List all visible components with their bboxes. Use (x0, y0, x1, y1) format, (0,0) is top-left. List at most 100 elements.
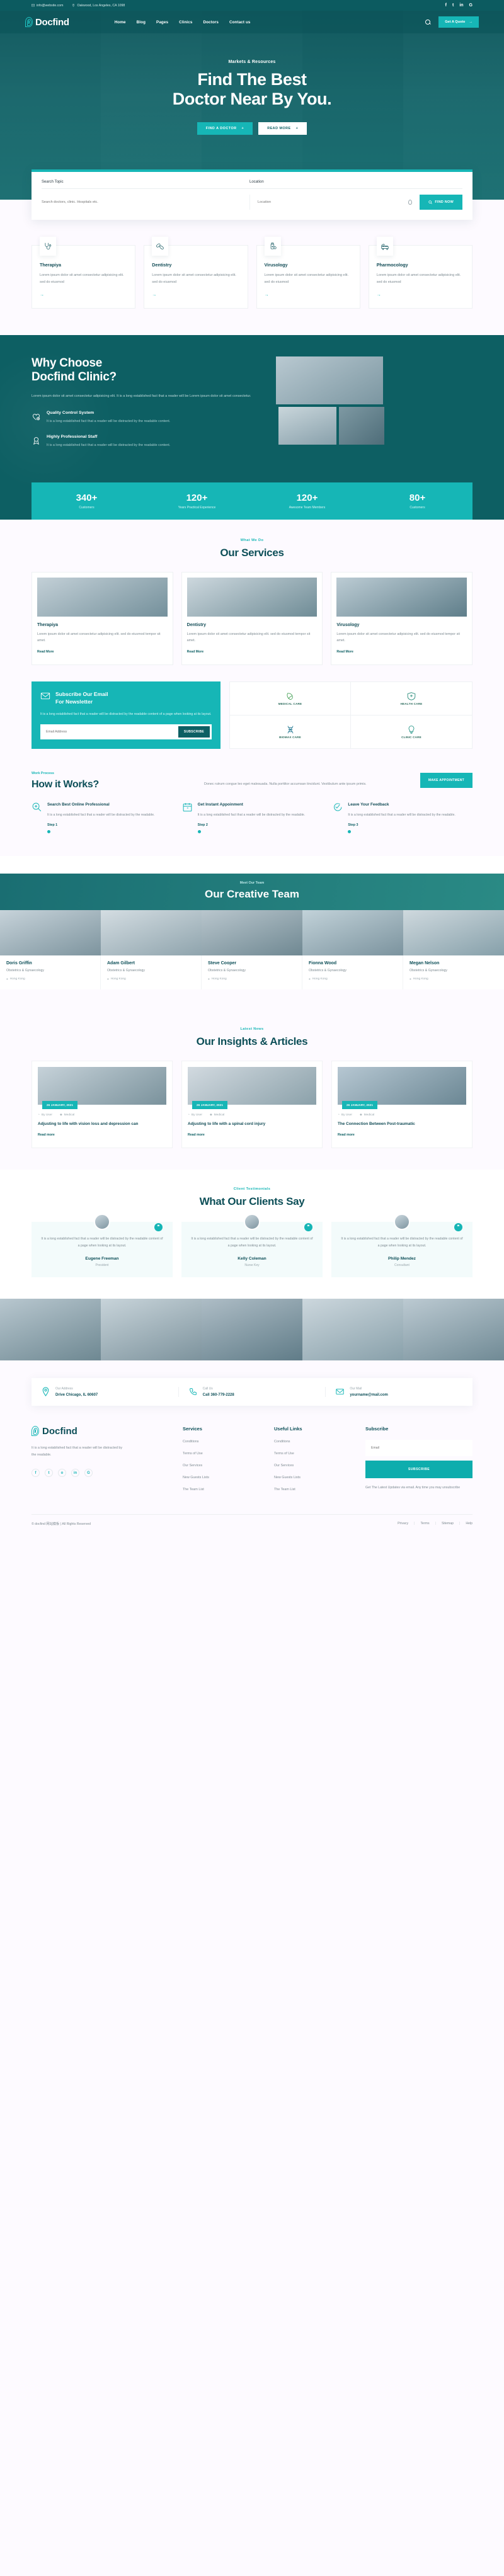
blog-card[interactable]: 26 JANUARY, 2021 ◔ By User ◈ Medical Adjus… (32, 1060, 173, 1148)
stat-value: 80+ (409, 492, 426, 503)
blog-read-more-link[interactable]: Read more (338, 1133, 355, 1137)
get-a-quote-button[interactable]: Get A Quote → (438, 16, 479, 28)
footer-bottom-sitemap[interactable]: Sitemap (442, 1522, 454, 1525)
linkedin-icon[interactable]: in (71, 1469, 79, 1478)
partner-item[interactable]: HEALTH CARE (351, 682, 472, 716)
twitter-icon[interactable]: t (452, 3, 454, 8)
blog-card[interactable]: 26 JANUARY, 2021 ◔ By User ◈ Medical The C… (331, 1060, 472, 1148)
testimonial-text: It is a long established fact that a rea… (41, 1236, 163, 1248)
team-member-photo (302, 909, 403, 955)
nav-item-home[interactable]: Home (115, 20, 126, 25)
service-card[interactable]: Therapiya Lorem ipsum dolor sit amet con… (32, 571, 173, 666)
footer-link-conditions-2[interactable]: Conditions (274, 1440, 365, 1444)
footer-link-team-2[interactable]: The Team List (274, 1488, 365, 1491)
footer-link-team[interactable]: The Team List (183, 1488, 274, 1491)
testimonials-section: Client Testimonials What Our Clients Say… (0, 1169, 504, 1299)
service-read-more-link[interactable]: Read More (37, 650, 54, 654)
nav-item-clinics[interactable]: Clinics (179, 20, 192, 25)
google-icon[interactable]: G (469, 3, 472, 8)
team-member-location: ⌖ Hong Kong (6, 977, 94, 981)
specialty-card[interactable]: Virusology Lorem ipsum dolor sit amet co… (256, 237, 360, 309)
partner-item[interactable]: CLINIC CARE (351, 715, 472, 748)
topbar-email[interactable]: info@website.com (32, 4, 63, 8)
stats-bar: 340+ Customers 120+ Years Practical Expe… (32, 482, 472, 520)
specialty-card[interactable]: Dentistry Lorem ipsum dolor sit amet con… (144, 237, 248, 309)
contact-label: Our Address (55, 1386, 73, 1391)
service-read-more-link[interactable]: Read More (187, 650, 204, 654)
step-dot (47, 829, 50, 833)
make-appointment-button[interactable]: MAKE APPOINTMENT (420, 773, 472, 789)
footer-link-terms[interactable]: Terms of Use (183, 1452, 274, 1456)
why-image-collage (270, 356, 472, 470)
footer-link-guests-2[interactable]: New Guests Lists (274, 1476, 365, 1479)
service-card[interactable]: Dentistry Lorem ipsum dolor sit amet con… (181, 571, 323, 666)
google-icon[interactable]: G (84, 1469, 93, 1478)
find-now-button[interactable]: FIND NOW (420, 195, 462, 210)
team-member-card[interactable]: Megan Nelson Obstetrics & Gynaecology ⌖ H… (403, 909, 504, 989)
service-image (37, 577, 168, 617)
newsletter-email-input[interactable] (42, 726, 178, 738)
twitter-icon[interactable]: t (45, 1469, 53, 1478)
service-card[interactable]: Virusology Lorem ipsum dolor sit amet co… (331, 571, 473, 666)
blog-read-more-link[interactable]: Read more (38, 1133, 55, 1137)
quote-button-label: Get A Quote (445, 20, 466, 24)
avatar (394, 1213, 410, 1230)
specialty-text: Lorem ipsum dolor sit amet consectetur a… (376, 273, 461, 285)
arrow-right-icon[interactable]: → (40, 293, 44, 297)
team-member-location-text: Hong Kong (312, 977, 328, 981)
team-member-card[interactable]: Adam Gilbert Obstetrics & Gynaecology ⌖ H… (101, 909, 202, 989)
nav-item-blog[interactable]: Blog (137, 20, 146, 25)
specialty-text: Lorem ipsum dolor sit amet consectetur a… (40, 273, 124, 285)
specialty-card[interactable]: Pharmocology Lorem ipsum dolor sit amet … (368, 237, 472, 309)
arrow-right-icon[interactable]: → (377, 293, 381, 297)
facebook-icon[interactable]: f (32, 1469, 40, 1478)
footer-bottom-privacy[interactable]: Privacy (398, 1522, 408, 1525)
nav-item-pages[interactable]: Pages (156, 20, 168, 25)
contact-address-item[interactable]: Our Address Drive Chicago, IL 60607 (32, 1386, 179, 1397)
blog-card[interactable]: 26 JANUARY, 2021 ◔ By User ◈ Medical Adjus… (181, 1060, 323, 1148)
footer-link-conditions[interactable]: Conditions (183, 1440, 274, 1444)
team-member-card[interactable]: Fionna Wood Obstetrics & Gynaecology ⌖ Ho… (302, 909, 403, 989)
read-more-button[interactable]: READ MORE + (258, 122, 307, 135)
find-a-doctor-button[interactable]: FIND A DOCTOR + (197, 122, 253, 135)
team-member-card[interactable]: Doris Griffin Obstetrics & Gynaecology ⌖… (0, 909, 101, 989)
contact-mail-item[interactable]: Our Mail yourname@mail.com (326, 1387, 472, 1397)
nav-item-contact[interactable]: Contact us (229, 20, 251, 25)
arrow-right-icon[interactable]: → (152, 293, 156, 297)
partner-item[interactable]: MEDICAL CARE (230, 682, 351, 716)
plus-icon: + (295, 127, 299, 130)
site-logo[interactable]: Docfind (25, 17, 69, 28)
footer-link-guests[interactable]: New Guests Lists (183, 1476, 274, 1479)
footer-bottom-terms[interactable]: Terms (420, 1522, 429, 1525)
why-photo (276, 356, 383, 404)
team-member-role: Obstetrics & Gynaecology (309, 968, 346, 972)
find-doctor-label: FIND A DOCTOR (205, 127, 237, 130)
footer-email-input[interactable] (365, 1439, 472, 1456)
linkedin-icon[interactable]: in (459, 3, 463, 8)
facebook-icon[interactable]: f (445, 3, 447, 8)
footer-link-our-services[interactable]: Our Services (183, 1464, 274, 1468)
nav-item-doctors[interactable]: Doctors (203, 20, 219, 25)
search-topic-input[interactable] (42, 195, 249, 210)
partner-item[interactable]: BIOMAX CARE (230, 715, 351, 749)
search-location-input[interactable] (258, 200, 409, 204)
footer-link-terms-2[interactable]: Terms of Use (274, 1452, 365, 1456)
blog-read-more-link[interactable]: Read more (188, 1133, 205, 1137)
topbar-address[interactable]: Oakwood, Los Angeles, CA 1098 (72, 4, 125, 8)
footer-subscribe-column: Subscribe SUBSCRIBE Get The Latest Updat… (365, 1426, 472, 1491)
footer-logo[interactable]: Docfind (32, 1426, 183, 1437)
footer-bottom-help[interactable]: Help (466, 1522, 472, 1525)
newsletter-subscribe-button[interactable]: SUBSCRIBE (178, 726, 210, 738)
gallery-image (202, 1298, 302, 1360)
footer-subscribe-button[interactable]: SUBSCRIBE (365, 1460, 472, 1478)
contact-value: Drive Chicago, IL 60607 (55, 1393, 98, 1397)
team-member-role: Obstetrics & Gynaecology (410, 968, 447, 972)
team-member-card[interactable]: Steve Cooper Obstetrics & Gynaecology ⌖ H… (202, 909, 302, 989)
arrow-right-icon[interactable]: → (265, 293, 269, 297)
footer-link-our-services-2[interactable]: Our Services (274, 1464, 365, 1468)
specialty-card[interactable]: Therapiya Lorem ipsum dolor sit amet con… (32, 237, 136, 309)
contact-phone-item[interactable]: Call Us Call 360-779-2228 (179, 1386, 326, 1397)
instagram-icon[interactable]: o (58, 1469, 66, 1478)
service-read-more-link[interactable]: Read More (336, 650, 353, 654)
search-icon[interactable] (425, 20, 431, 25)
